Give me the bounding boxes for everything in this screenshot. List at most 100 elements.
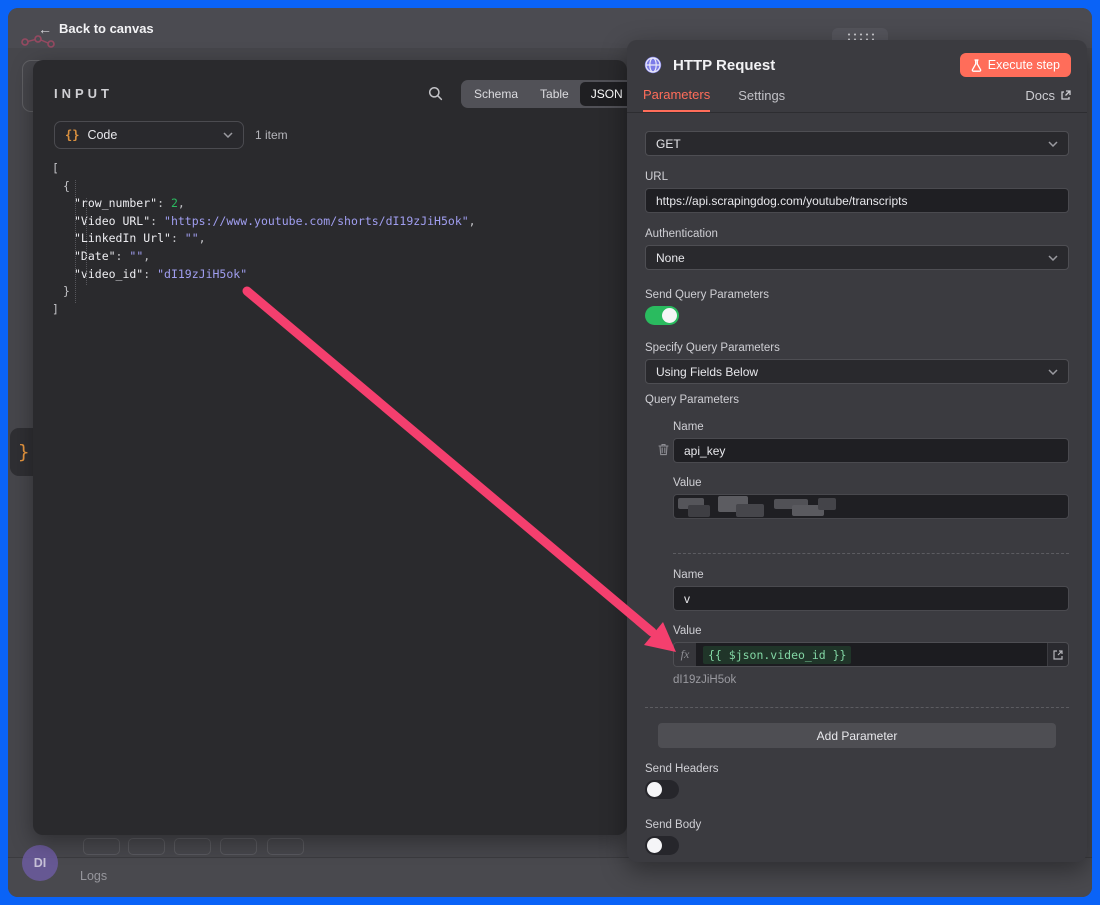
brace-icon: } [18, 441, 29, 463]
http-panel-tabs: Parameters Settings Docs [627, 86, 1087, 113]
back-to-canvas-button[interactable]: ← Back to canvas [38, 21, 154, 36]
specify-query-value: Using Fields Below [656, 365, 1048, 379]
query-parameters-label: Query Parameters [645, 394, 1069, 406]
code-line: [ [52, 160, 476, 178]
panel-title: HTTP Request [673, 57, 775, 74]
code-line: "LinkedIn Url": "", [52, 230, 476, 248]
url-label: URL [645, 171, 1069, 183]
tab-schema[interactable]: Schema [463, 82, 529, 106]
send-body-label: Send Body [645, 819, 1069, 831]
method-select[interactable]: GET [645, 131, 1069, 156]
send-query-toggle[interactable] [645, 306, 679, 325]
param1-value-input-redacted[interactable] [673, 494, 1069, 519]
hidden-button-outline [83, 838, 120, 855]
toggle-knob [662, 308, 677, 323]
logs-bar[interactable]: Logs [8, 857, 1092, 897]
send-headers-toggle[interactable] [645, 780, 679, 799]
json-code: [{"row_number": 2,"Video URL": "https://… [52, 160, 476, 318]
input-source-select[interactable]: {} Code [54, 121, 244, 149]
code-token-punct: [ [52, 161, 59, 175]
avatar[interactable]: DI [22, 845, 58, 881]
logs-label: Logs [80, 869, 107, 883]
param-separator [673, 553, 1069, 554]
expression-input[interactable]: {{ $json.video_id }} [696, 643, 1047, 666]
authentication-select[interactable]: None [645, 245, 1069, 270]
indent-guide [75, 180, 76, 303]
code-line: { [52, 178, 476, 196]
braces-icon: {} [65, 128, 79, 142]
docs-label: Docs [1025, 88, 1055, 103]
tab-parameters[interactable]: Parameters [643, 87, 710, 112]
section-separator [645, 707, 1069, 708]
expand-icon [1053, 650, 1063, 660]
back-arrow-icon: ← [38, 22, 52, 36]
toggle-knob [647, 838, 662, 853]
input-view-tabs: SchemaTableJSON [461, 80, 636, 108]
hidden-button-outline [128, 838, 165, 855]
code-token-punct: : [143, 267, 157, 281]
send-query-label: Send Query Parameters [645, 289, 1069, 301]
code-token-punct: : [116, 249, 130, 263]
param2-name-input[interactable]: v [673, 586, 1069, 611]
method-value: GET [656, 137, 1048, 151]
tab-settings[interactable]: Settings [738, 88, 785, 112]
code-line: } [52, 283, 476, 301]
send-body-toggle[interactable] [645, 836, 679, 855]
execute-step-button[interactable]: Execute step [960, 53, 1071, 77]
code-token-str: "https://www.youtube.com/shorts/dI19zJiH… [164, 214, 469, 228]
code-token-punct: : [150, 214, 164, 228]
input-panel-title: INPUT [54, 86, 113, 101]
tab-json[interactable]: JSON [580, 82, 634, 106]
code-line: ] [52, 301, 476, 319]
code-token-punct: , [143, 249, 150, 263]
docs-link[interactable]: Docs [1025, 88, 1071, 112]
code-token-key: "LinkedIn Url" [74, 231, 171, 245]
open-expression-editor-button[interactable] [1047, 643, 1068, 666]
avatar-initials: DI [34, 856, 47, 870]
code-token-num: 2 [171, 196, 178, 210]
param2-name-label: Name [673, 569, 1069, 581]
indent-guide [86, 198, 87, 285]
code-token-key: "video_id" [74, 267, 143, 281]
code-token-key: "Date" [74, 249, 116, 263]
flask-icon [971, 59, 982, 72]
code-token-punct: ] [52, 302, 59, 316]
authentication-label: Authentication [645, 228, 1069, 240]
chevron-down-icon [1048, 255, 1058, 261]
code-token-str: "" [129, 249, 143, 263]
tab-table[interactable]: Table [529, 82, 580, 106]
redaction-block [818, 498, 836, 510]
param1-name-value: api_key [684, 444, 725, 458]
param2-value-expression-field[interactable]: fx {{ $json.video_id }} [673, 642, 1069, 667]
chevron-down-icon [1048, 141, 1058, 147]
param2-name-value: v [684, 592, 690, 606]
expression-token: {{ $json.video_id }} [703, 646, 851, 664]
query-parameter-rows: Name api_key Value Name [673, 421, 1069, 686]
specify-query-select[interactable]: Using Fields Below [645, 359, 1069, 384]
input-panel: INPUT SchemaTableJSON {} Code 1 item [{"… [33, 60, 627, 835]
back-label: Back to canvas [59, 21, 154, 36]
chevron-down-icon [223, 132, 233, 138]
chevron-down-icon [1048, 369, 1058, 375]
toggle-knob [647, 782, 662, 797]
search-icon[interactable] [428, 86, 443, 101]
globe-icon [643, 55, 663, 75]
trash-icon[interactable] [658, 443, 669, 456]
http-request-panel: HTTP Request Execute step Parameters Set… [627, 40, 1087, 862]
url-value: https://api.scrapingdog.com/youtube/tran… [656, 194, 907, 208]
code-token-punct: : [171, 231, 185, 245]
code-line: "Video URL": "https://www.youtube.com/sh… [52, 213, 476, 231]
code-token-str: "" [185, 231, 199, 245]
code-token-punct: , [178, 196, 185, 210]
param2-value-label: Value [673, 625, 1069, 637]
param1-name-label: Name [673, 421, 1069, 433]
param1-name-input[interactable]: api_key [673, 438, 1069, 463]
add-parameter-button[interactable]: Add Parameter [658, 723, 1056, 748]
code-token-punct: } [63, 284, 70, 298]
input-source-label: Code [87, 128, 223, 142]
hidden-button-outline [267, 838, 304, 855]
item-count: 1 item [255, 128, 288, 142]
fx-expression-icon[interactable]: fx [674, 643, 696, 666]
code-token-punct: , [199, 231, 206, 245]
url-input[interactable]: https://api.scrapingdog.com/youtube/tran… [645, 188, 1069, 213]
